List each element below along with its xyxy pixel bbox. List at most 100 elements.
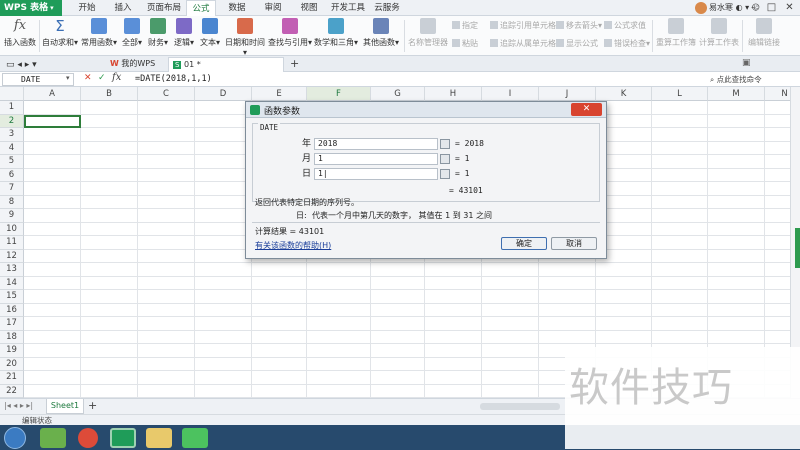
row-header[interactable]: 17 [0,317,24,331]
logic-functions-button[interactable]: 逻辑▾ [172,18,196,48]
cancel-icon[interactable]: ✕ [84,73,92,83]
tab-page-layout[interactable]: 页面布局 [144,0,184,16]
math-functions-button[interactable]: 数学和三角▾ [314,18,358,48]
tab-developer[interactable]: 开发工具 [328,0,368,16]
sheet-tab-sheet1[interactable]: Sheet1 [46,399,84,414]
sheet-nav-icon[interactable]: |◂ ◂ ▸ ▸| [4,401,33,410]
wps-spreadsheet-icon[interactable] [110,428,136,448]
row-header[interactable]: 1 [0,101,24,115]
row-header[interactable]: 13 [0,263,24,277]
ok-button[interactable]: 确定 [501,237,547,250]
column-header[interactable]: M [708,87,765,101]
arg-input-day[interactable]: 1| [314,168,438,180]
range-picker-icon[interactable] [440,154,450,164]
recalc-workbook-button[interactable]: 重算工作簿 [655,18,697,48]
remove-arrows-button[interactable]: 移去箭头▾ [556,20,602,31]
tab-cloud[interactable]: 云服务 [372,0,402,16]
insert-function-button[interactable]: fx 插入函数 [3,18,37,48]
select-all-corner[interactable] [0,87,24,101]
add-sheet-icon[interactable]: + [88,399,97,412]
row-header[interactable]: 16 [0,303,24,317]
trace-precedents-button[interactable]: 追踪引用单元格 [490,20,556,31]
row-header[interactable]: 22 [0,384,24,398]
tab-data[interactable]: 数据 [224,0,250,16]
horizontal-scrollbar[interactable] [480,403,560,410]
evaluate-formula-button[interactable]: 公式求值 [604,20,646,31]
help-link[interactable]: 有关该函数的帮助(H) [255,240,331,251]
column-header[interactable]: L [652,87,708,101]
formula-input[interactable]: =DATE(2018,1,1) [135,73,212,86]
row-header[interactable]: 14 [0,276,24,290]
tab-insert[interactable]: 插入 [110,0,136,16]
chevron-down-icon[interactable]: ▾ [66,74,70,82]
column-header[interactable]: A [24,87,81,101]
common-functions-button[interactable]: 常用函数▾ [80,18,118,48]
range-picker-icon[interactable] [440,139,450,149]
calc-sheet-button[interactable]: 计算工作表 [698,18,740,48]
row-header[interactable]: 15 [0,290,24,304]
autosum-button[interactable]: Σ 自动求和▾ [42,18,78,48]
start-button[interactable] [4,427,26,449]
finance-functions-button[interactable]: 财务▾ [146,18,170,48]
wechat-icon[interactable] [182,428,208,448]
explorer-icon[interactable] [146,428,172,448]
name-manager-button[interactable]: 名称管理器 [408,18,448,48]
paste-button[interactable]: 粘贴 [452,38,478,49]
arg-input-month[interactable]: 1 [314,153,438,165]
dialog-titlebar[interactable]: 函数参数 ✕ [246,102,606,118]
specify-button[interactable]: 指定 [452,20,478,31]
arg-input-year[interactable]: 2018 [314,138,438,150]
edit-links-button[interactable]: 编辑链接 [746,18,782,48]
command-search[interactable]: ⌕ 点此查找命令 [710,74,762,85]
trace-dependents-button[interactable]: 追踪从属单元格 [490,38,556,49]
other-functions-button[interactable]: 其他函数▾ [362,18,400,48]
column-header[interactable]: D [195,87,252,101]
range-picker-icon[interactable] [440,169,450,179]
tab-view[interactable]: 视图 [296,0,322,16]
new-tab-icon[interactable]: + [290,57,299,70]
row-header[interactable]: 3 [0,128,24,142]
column-header[interactable]: C [138,87,195,101]
error-check-button[interactable]: 错误检查▾ [604,38,650,49]
column-header[interactable]: B [81,87,138,101]
app-icon[interactable] [40,428,66,448]
row-header[interactable]: 20 [0,357,24,371]
column-header[interactable]: F [307,87,371,101]
row-header[interactable]: 18 [0,330,24,344]
column-header[interactable]: E [252,87,307,101]
row-header[interactable]: 9 [0,209,24,223]
column-header[interactable]: K [596,87,652,101]
name-box[interactable]: DATE [2,73,74,86]
column-header[interactable]: J [539,87,596,101]
column-header[interactable]: H [425,87,482,101]
close-icon[interactable]: ✕ [571,103,602,116]
chrome-icon[interactable] [78,428,98,448]
window-list-icon[interactable]: ▣ [742,58,751,68]
tab-home[interactable]: 开始 [74,0,100,16]
row-header[interactable]: 21 [0,371,24,385]
enter-icon[interactable]: ✓ [98,73,106,83]
column-header[interactable]: N [765,87,790,101]
folder-icon[interactable]: ▭ ◂ ▸ ▾ [2,58,41,73]
row-header[interactable]: 2 [0,114,24,128]
row-header[interactable]: 8 [0,195,24,209]
fx-icon[interactable]: fx [112,72,121,83]
column-header[interactable]: G [371,87,425,101]
column-header[interactable]: I [482,87,539,101]
show-formulas-button[interactable]: 显示公式 [556,38,598,49]
row-header[interactable]: 19 [0,344,24,358]
selected-cell[interactable] [24,115,81,128]
row-header[interactable]: 4 [0,141,24,155]
row-header[interactable]: 7 [0,182,24,196]
row-header[interactable]: 10 [0,222,24,236]
tab-formulas[interactable]: 公式 [186,0,216,17]
maximize-icon[interactable]: □ [765,0,778,16]
cancel-button[interactable]: 取消 [551,237,597,250]
row-header[interactable]: 5 [0,155,24,169]
doc-tab-home[interactable]: W 我的WPS [106,57,159,72]
app-menu-button[interactable]: WPS 表格 ▾ [0,0,62,16]
side-panel-handle[interactable] [795,228,800,268]
row-header[interactable]: 11 [0,236,24,250]
close-icon[interactable]: ✕ [783,0,796,16]
doc-tab-file[interactable]: S 01 * [168,57,284,72]
